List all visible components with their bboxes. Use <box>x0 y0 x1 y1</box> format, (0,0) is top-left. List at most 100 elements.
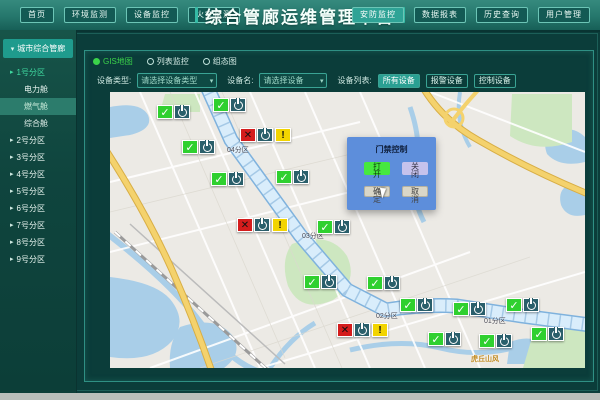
device-marker-ok[interactable]: ✓ <box>213 98 246 112</box>
sidebar-item-4[interactable]: 综合舱 <box>0 115 76 132</box>
sidebar-item-9[interactable]: ▸6号分区 <box>0 200 76 217</box>
device-marker-ok[interactable]: ✓ <box>276 170 309 184</box>
cancel-button[interactable]: 取消 <box>402 186 428 197</box>
door-close-button[interactable]: 关闭 <box>402 162 428 175</box>
power-icon <box>254 218 270 232</box>
header-bar: 首页 环境监测 设备监控 火灾监测 综合管廊运维管理平台 安防监控 数据报表 历… <box>0 0 600 32</box>
device-marker-ok[interactable]: ✓ <box>157 105 190 119</box>
zone-label: 02分区 <box>376 311 398 321</box>
nav-device-monitor-button[interactable]: 设备监控 <box>126 7 178 23</box>
caret-right-icon: ▸ <box>10 64 14 81</box>
caret-right-icon: ▸ <box>10 132 14 149</box>
device-filter-bar: 设备类型: 请选择设备类型 ▾ 设备名: 请选择设备 ▾ 设备列表: 所有设备 … <box>93 73 516 88</box>
device-marker-ok[interactable]: ✓ <box>211 172 244 186</box>
device-name-value: 请选择设备 <box>263 75 303 86</box>
device-name-select[interactable]: 请选择设备 ▾ <box>259 73 327 88</box>
nav-security-monitor-button[interactable]: 安防监控 <box>352 7 404 23</box>
sidebar-item-1[interactable]: ▸1号分区 <box>0 64 76 81</box>
power-icon <box>334 220 350 234</box>
device-marker-alarm[interactable]: ✕! <box>337 323 388 337</box>
status-alarm-icon: ✕ <box>337 323 353 337</box>
caret-right-icon: ▸ <box>10 166 14 183</box>
power-icon <box>384 276 400 290</box>
radio-icon <box>203 58 210 65</box>
device-marker-alarm[interactable]: ✕! <box>237 218 288 232</box>
gis-map[interactable]: 04分区03分区02分区01分区 虎丘山风 ✓✓✕!✓✓✓✕!✓✓✓✓✓✓✕!✓… <box>110 92 585 368</box>
view-mode-label: 组态图 <box>213 56 237 67</box>
power-icon <box>354 323 370 337</box>
power-icon <box>523 298 539 312</box>
sidebar-item-label: 6号分区 <box>17 200 45 217</box>
sidebar-item-8[interactable]: ▸5号分区 <box>0 183 76 200</box>
device-type-label: 设备类型: <box>97 75 131 86</box>
status-ok-icon: ✓ <box>479 334 495 348</box>
device-marker-ok[interactable]: ✓ <box>506 298 539 312</box>
device-marker-ok[interactable]: ✓ <box>428 332 461 346</box>
status-alarm-icon: ✕ <box>240 128 256 142</box>
nav-env-monitor-button[interactable]: 环境监测 <box>64 7 116 23</box>
caret-right-icon: ▸ <box>10 200 14 217</box>
filter-alarm-devices-button[interactable]: 报警设备 <box>426 74 468 88</box>
view-mode-label: 列表监控 <box>157 56 189 67</box>
sidebar-item-label: 7号分区 <box>17 217 45 234</box>
sidebar-item-5[interactable]: ▸2号分区 <box>0 132 76 149</box>
power-icon <box>257 128 273 142</box>
zone-label: 04分区 <box>227 145 249 155</box>
device-marker-ok[interactable]: ✓ <box>182 140 215 154</box>
sidebar-root-node[interactable]: ▾ 城市综合管廊 <box>3 39 73 58</box>
view-mode-group: GIS地图 列表监控 组态图 <box>93 56 237 67</box>
device-list-label: 设备列表: <box>337 75 371 86</box>
caret-right-icon: ▸ <box>10 183 14 200</box>
device-marker-alarm[interactable]: ✕! <box>240 128 291 142</box>
filter-control-devices-button[interactable]: 控制设备 <box>474 74 516 88</box>
view-mode-label: GIS地图 <box>103 56 133 67</box>
nav-right: 安防监控 数据报表 历史查询 用户管理 <box>352 7 590 23</box>
status-ok-icon: ✓ <box>506 298 522 312</box>
power-icon <box>174 105 190 119</box>
status-ok-icon: ✓ <box>182 140 198 154</box>
status-ok-icon: ✓ <box>428 332 444 346</box>
status-ok-icon: ✓ <box>531 327 547 341</box>
chevron-down-icon: ▾ <box>210 77 214 85</box>
filter-all-devices-button[interactable]: 所有设备 <box>378 74 420 88</box>
sidebar-item-7[interactable]: ▸4号分区 <box>0 166 76 183</box>
device-marker-ok[interactable]: ✓ <box>479 334 512 348</box>
sidebar-item-label: 燃气舱 <box>24 98 48 115</box>
sidebar-item-10[interactable]: ▸7号分区 <box>0 217 76 234</box>
power-icon <box>445 332 461 346</box>
sidebar-root-label: 城市综合管廊 <box>17 43 65 54</box>
sidebar-item-label: 9号分区 <box>17 251 45 268</box>
status-ok-icon: ✓ <box>157 105 173 119</box>
device-marker-ok[interactable]: ✓ <box>304 275 337 289</box>
status-ok-icon: ✓ <box>453 302 469 316</box>
sidebar-item-12[interactable]: ▸9号分区 <box>0 251 76 268</box>
access-control-dialog: 门禁控制 打开 关闭 确定 取消 <box>347 137 436 210</box>
device-marker-ok[interactable]: ✓ <box>531 327 564 341</box>
sidebar-item-label: 2号分区 <box>17 132 45 149</box>
nav-data-report-button[interactable]: 数据报表 <box>414 7 466 23</box>
status-ok-icon: ✓ <box>213 98 229 112</box>
power-icon <box>496 334 512 348</box>
view-mode-scada-radio[interactable]: 组态图 <box>203 56 237 67</box>
warning-icon: ! <box>272 218 288 232</box>
view-mode-gis-radio[interactable]: GIS地图 <box>93 56 133 67</box>
nav-home-button[interactable]: 首页 <box>20 7 54 23</box>
sidebar-item-6[interactable]: ▸3号分区 <box>0 149 76 166</box>
caret-right-icon: ▸ <box>10 217 14 234</box>
nav-history-query-button[interactable]: 历史查询 <box>476 7 528 23</box>
sidebar-item-11[interactable]: ▸8号分区 <box>0 234 76 251</box>
sidebar-item-3[interactable]: 燃气舱 <box>0 98 76 115</box>
nav-user-manage-button[interactable]: 用户管理 <box>538 7 590 23</box>
status-alarm-icon: ✕ <box>237 218 253 232</box>
device-marker-ok[interactable]: ✓ <box>453 302 486 316</box>
device-marker-ok[interactable]: ✓ <box>317 220 350 234</box>
power-icon <box>417 298 433 312</box>
door-open-button[interactable]: 打开 <box>364 162 390 175</box>
power-icon <box>470 302 486 316</box>
device-type-select[interactable]: 请选择设备类型 ▾ <box>137 73 217 88</box>
sidebar-item-2[interactable]: 电力舱 <box>0 81 76 98</box>
view-mode-list-radio[interactable]: 列表监控 <box>147 56 189 67</box>
device-name-label: 设备名: <box>227 75 253 86</box>
device-marker-ok[interactable]: ✓ <box>400 298 433 312</box>
device-marker-ok[interactable]: ✓ <box>367 276 400 290</box>
